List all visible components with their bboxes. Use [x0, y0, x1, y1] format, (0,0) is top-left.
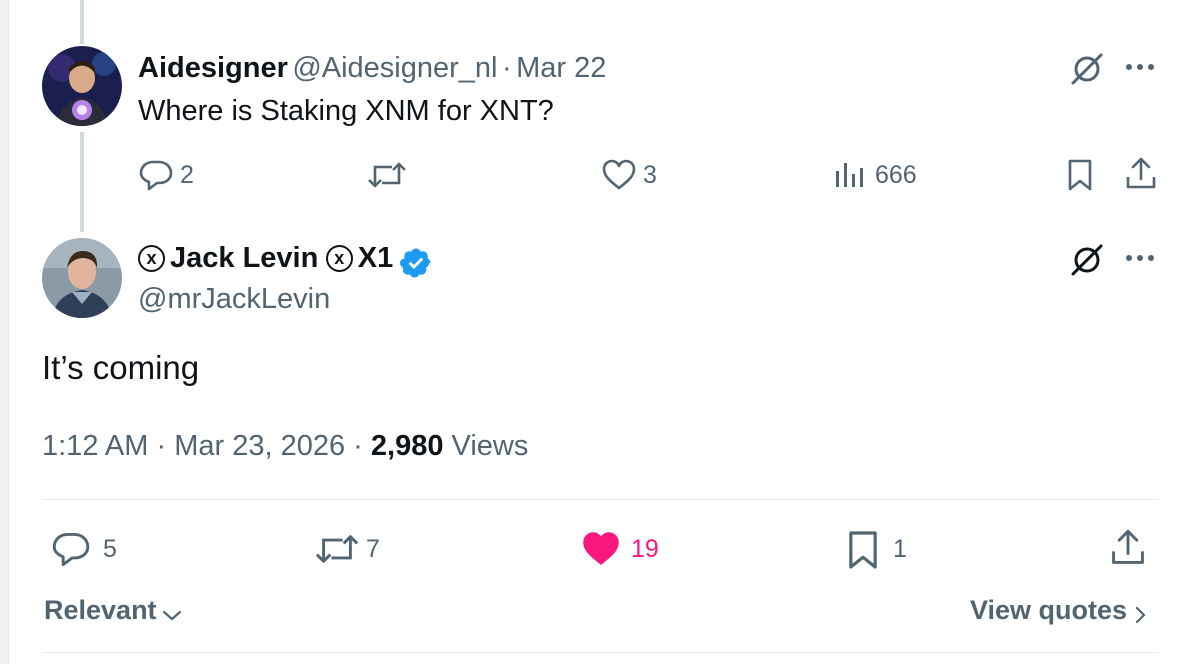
main-display-name: Jack Levin — [170, 242, 319, 274]
views-count[interactable]: 2,980 — [371, 430, 444, 462]
view-quotes-link[interactable]: View quotes — [970, 593, 1148, 632]
bookmark-icon[interactable] — [846, 529, 880, 571]
parent-handle[interactable]: @Aidesigner_nl — [292, 52, 497, 84]
main-name-suffix: X1 — [357, 242, 394, 274]
like-icon[interactable] — [580, 530, 622, 568]
divider — [42, 499, 1159, 500]
reply-count: 5 — [103, 535, 117, 563]
grok-icon[interactable] — [1068, 241, 1106, 279]
grok-icon[interactable] — [1068, 50, 1106, 88]
parent-like-count: 3 — [643, 161, 657, 189]
verified-badge-icon[interactable] — [399, 246, 433, 280]
view-quotes-label: View quotes — [970, 595, 1128, 625]
left-border — [0, 0, 9, 664]
meta-separator: · — [156, 430, 167, 462]
x1-circle-icon: x — [325, 245, 353, 272]
retweet-count: 7 — [366, 535, 380, 563]
views-label[interactable]: Views — [452, 430, 529, 462]
main-tweet-text: It’s coming — [42, 349, 200, 386]
like-icon[interactable] — [600, 158, 638, 192]
more-icon[interactable] — [1124, 62, 1156, 72]
main-handle[interactable]: @mrJackLevin — [138, 282, 330, 316]
more-icon[interactable] — [1124, 253, 1156, 263]
sort-replies-dropdown[interactable]: Relevant — [44, 593, 183, 632]
reply-icon[interactable] — [50, 530, 92, 568]
parent-header: Aidesigner @Aidesigner_nl · Mar 22 — [138, 51, 606, 90]
share-icon[interactable] — [1109, 528, 1147, 568]
tweet-meta: 1:12 AM · Mar 23, 2026 · 2,980 Views — [42, 428, 528, 464]
chevron-down-icon — [162, 610, 182, 620]
retweet-icon[interactable] — [366, 158, 408, 192]
thread-line-top — [80, 0, 84, 44]
tweet-time[interactable]: 1:12 AM — [42, 430, 148, 462]
x1-circle-icon: x — [138, 245, 165, 272]
thread-line-connector — [80, 132, 84, 232]
parent-view-count: 666 — [875, 161, 917, 189]
analytics-icon[interactable] — [834, 160, 866, 188]
bookmark-count: 1 — [893, 535, 907, 563]
parent-date[interactable]: Mar 22 — [516, 52, 606, 84]
parent-reply-count: 2 — [180, 161, 194, 189]
parent-tweet-text: Where is Staking XNM for XNT? — [138, 95, 554, 127]
bookmark-icon[interactable] — [1066, 158, 1094, 192]
share-icon[interactable] — [1124, 156, 1158, 192]
meta-separator: · — [353, 430, 363, 462]
reply-icon[interactable] — [138, 158, 174, 192]
parent-display-name[interactable]: Aidesigner — [138, 52, 288, 84]
retweet-icon[interactable] — [313, 530, 361, 568]
tweet-date[interactable]: Mar 23, 2026 — [174, 430, 345, 462]
avatar-jack-levin[interactable] — [42, 238, 122, 318]
parent-separator: · — [501, 52, 512, 84]
main-name-row[interactable]: x Jack Levin x X1 — [138, 240, 433, 281]
sort-label: Relevant — [44, 595, 157, 625]
avatar-aidesigner[interactable] — [42, 46, 122, 126]
chevron-right-icon — [1135, 606, 1145, 623]
like-count: 19 — [631, 535, 659, 563]
divider — [42, 652, 1159, 653]
